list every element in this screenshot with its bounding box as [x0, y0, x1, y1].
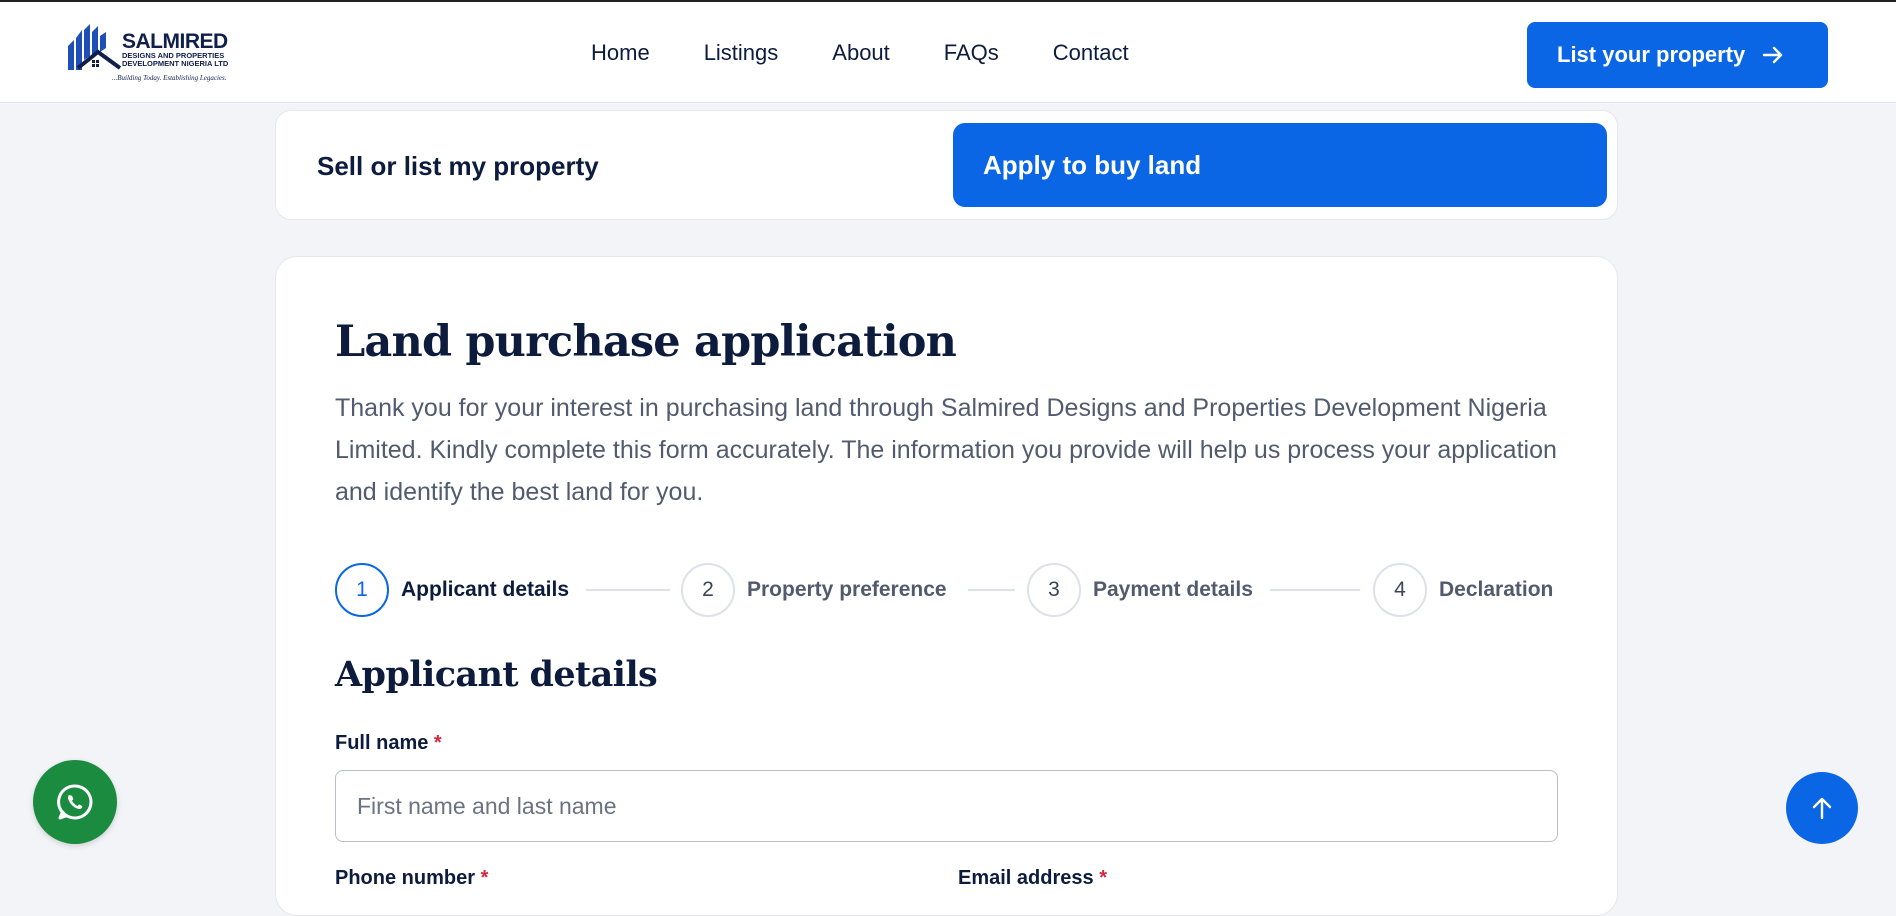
step-connector	[586, 589, 670, 591]
step-number: 3	[1027, 563, 1081, 617]
main-nav: Home Listings About FAQs Contact	[591, 38, 1129, 68]
tab-sell-property[interactable]: Sell or list my property	[317, 151, 599, 182]
section-title: Applicant details	[335, 654, 658, 695]
step-label: Declaration	[1439, 578, 1554, 601]
full-name-label-text: Full name	[335, 732, 429, 754]
site-header: SALMIRED DESIGNS AND PROPERTIES DEVELOPM…	[0, 2, 1896, 103]
intro-text: Thank you for your interest in purchasin…	[335, 394, 1557, 506]
whatsapp-button[interactable]	[33, 760, 117, 844]
email-label-text: Email address	[958, 867, 1094, 889]
required-mark: *	[1099, 867, 1107, 889]
arrow-right-icon	[1763, 46, 1783, 64]
step-label: Applicant details	[401, 578, 570, 601]
list-property-label: List your property	[1557, 42, 1746, 67]
list-property-button[interactable]: List your property	[1527, 22, 1828, 88]
email-label: Email address *	[958, 867, 1107, 890]
whatsapp-icon	[57, 784, 93, 820]
step-number: 1	[335, 563, 389, 617]
step-number: 2	[681, 563, 735, 617]
application-card: Land purchase application Thank you for …	[275, 256, 1618, 916]
arrow-up-icon	[1812, 797, 1832, 820]
required-mark: *	[480, 867, 489, 889]
step-property-preference[interactable]: 2 Property preference	[681, 563, 947, 617]
nav-listings[interactable]: Listings	[704, 38, 779, 68]
phone-label-text: Phone number	[335, 867, 476, 889]
logo-name: SALMIRED	[122, 30, 228, 53]
step-connector	[968, 589, 1015, 591]
company-logo[interactable]: SALMIRED DESIGNS AND PROPERTIES DEVELOPM…	[64, 20, 236, 86]
step-declaration[interactable]: 4 Declaration	[1373, 563, 1553, 617]
required-mark: *	[433, 732, 442, 754]
step-payment-details[interactable]: 3 Payment details	[1027, 563, 1253, 617]
stepper: 1 Applicant details 2 Property preferenc…	[335, 563, 1558, 617]
full-name-input[interactable]	[335, 770, 1558, 842]
logo-subline-2: DEVELOPMENT NIGERIA LTD	[122, 59, 229, 68]
step-connector	[1270, 589, 1360, 591]
full-name-label: Full name *	[335, 732, 442, 755]
scroll-to-top-button[interactable]	[1786, 772, 1858, 844]
step-number: 4	[1373, 563, 1427, 617]
step-applicant-details[interactable]: 1 Applicant details	[335, 563, 569, 617]
tab-buy-land[interactable]: Apply to buy land	[953, 123, 1607, 207]
logo-tagline: ...Building Today. Establishing Legacies…	[112, 74, 227, 82]
form-type-tabs: Sell or list my property Apply to buy la…	[275, 110, 1618, 220]
nav-about[interactable]: About	[832, 38, 890, 68]
nav-contact[interactable]: Contact	[1053, 38, 1129, 68]
nav-faqs[interactable]: FAQs	[944, 38, 999, 68]
page-title: Land purchase application	[335, 317, 957, 367]
step-label: Property preference	[747, 578, 947, 601]
logo-buildings-icon	[68, 24, 122, 70]
phone-label: Phone number *	[335, 867, 488, 890]
step-label: Payment details	[1093, 578, 1253, 601]
nav-home[interactable]: Home	[591, 38, 650, 68]
